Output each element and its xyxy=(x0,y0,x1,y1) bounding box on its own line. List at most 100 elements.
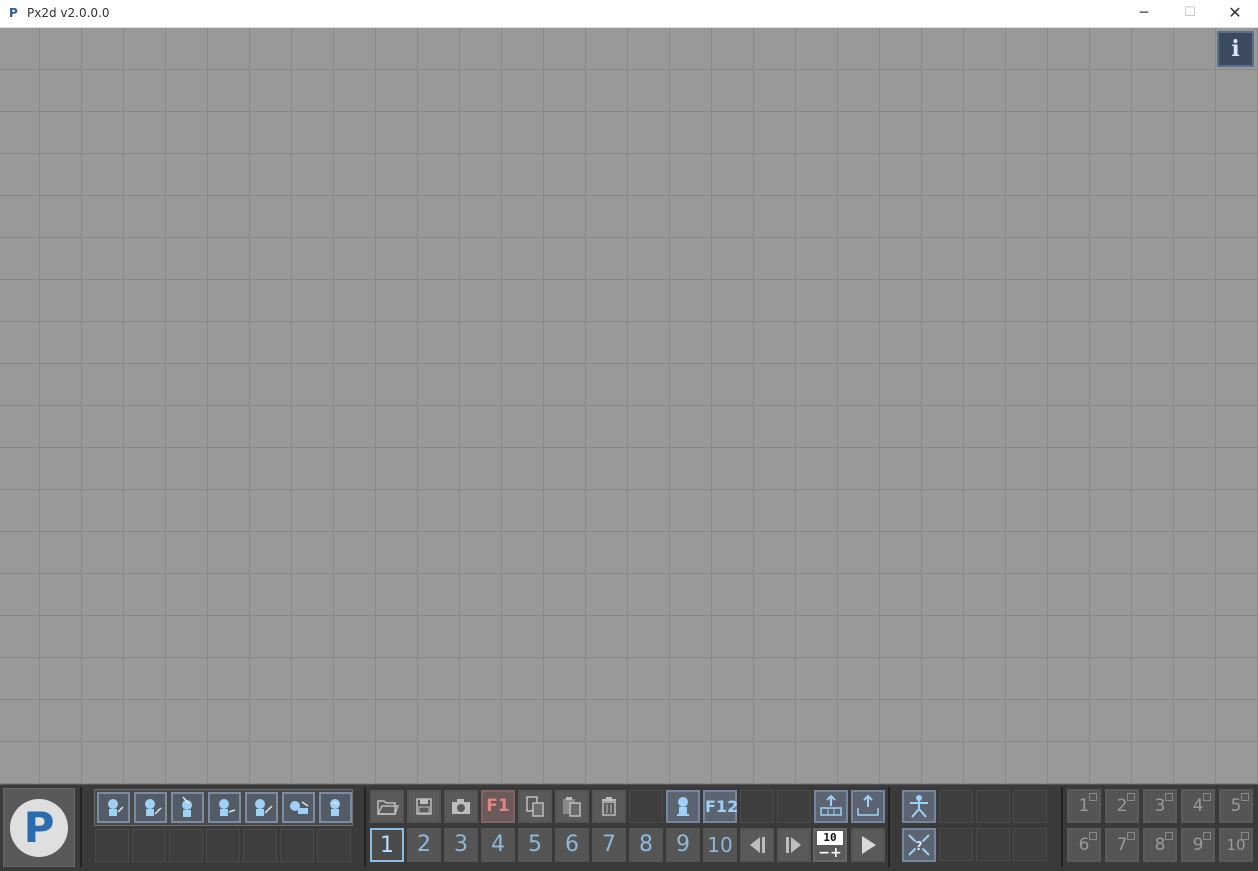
open-folder-button[interactable] xyxy=(370,790,404,823)
frame-button-2[interactable]: 2 xyxy=(407,828,441,862)
layer-button-2[interactable]: 2 xyxy=(1105,789,1139,823)
sprite-pose-3-icon[interactable] xyxy=(171,792,204,823)
layer-button-10[interactable]: 10 xyxy=(1219,828,1253,862)
sprite-pose-group xyxy=(94,789,353,826)
sprite-pose-4-icon[interactable] xyxy=(208,792,241,823)
empty-tool-slot xyxy=(629,790,663,823)
copy-button[interactable] xyxy=(518,790,552,823)
skeleton-icon xyxy=(910,795,928,818)
frame-button-3[interactable]: 3 xyxy=(444,828,478,862)
empty-tool-slot xyxy=(939,790,973,823)
layer-label: 5 xyxy=(1230,796,1242,816)
empty-sprite-slot[interactable] xyxy=(206,829,240,862)
layer-button-1[interactable]: 1 xyxy=(1067,789,1101,823)
skeleton-help-button[interactable]: ? xyxy=(902,828,936,862)
layer-label: 1 xyxy=(1078,796,1090,816)
maximize-button[interactable]: ☐ xyxy=(1167,0,1213,27)
frame-button-7[interactable]: 7 xyxy=(592,828,626,862)
playback-speed-value: 10 xyxy=(817,831,843,845)
play-button[interactable] xyxy=(851,828,885,862)
lock-icon xyxy=(1203,793,1211,801)
layer-button-7[interactable]: 7 xyxy=(1105,828,1139,862)
speed-adjust-buttons[interactable]: −+ xyxy=(815,846,845,860)
title-bar: P Px2d v2.0.0.0 ─ ☐ ✕ xyxy=(0,0,1258,28)
minimize-button[interactable]: ─ xyxy=(1121,0,1167,27)
toolbar-separator xyxy=(364,787,366,867)
drawing-canvas[interactable] xyxy=(0,28,1258,784)
export-layers-button[interactable] xyxy=(814,790,848,823)
frame-button-1[interactable]: 1 xyxy=(370,828,404,862)
empty-sprite-slot[interactable] xyxy=(317,829,351,862)
info-button[interactable]: i xyxy=(1217,31,1254,67)
sprite-pose-6-icon[interactable] xyxy=(282,792,315,823)
app-logo-panel: P xyxy=(3,788,75,867)
layer-button-4[interactable]: 4 xyxy=(1181,789,1215,823)
lock-icon xyxy=(1165,793,1173,801)
empty-sprite-slot[interactable] xyxy=(243,829,277,862)
toolbar-separator xyxy=(888,787,890,867)
empty-tool-slot xyxy=(1013,790,1047,823)
layer-button-9[interactable]: 9 xyxy=(1181,828,1215,862)
window-title: Px2d v2.0.0.0 xyxy=(27,6,110,20)
layer-button-5[interactable]: 5 xyxy=(1219,789,1253,823)
layer-label: 7 xyxy=(1116,835,1128,855)
app-logo-badge: P xyxy=(10,799,68,857)
lock-icon xyxy=(1089,832,1097,840)
frame-button-8[interactable]: 8 xyxy=(629,828,663,862)
layer-button-6[interactable]: 6 xyxy=(1067,828,1101,862)
character-button[interactable] xyxy=(666,790,700,823)
next-frame-button[interactable] xyxy=(777,828,811,862)
frame-button-4[interactable]: 4 xyxy=(481,828,515,862)
copy-icon xyxy=(526,796,544,817)
export-icon xyxy=(857,794,879,816)
empty-sprite-slot[interactable] xyxy=(132,829,166,862)
paste-button[interactable] xyxy=(555,790,589,823)
frame-button-10[interactable]: 10 xyxy=(703,828,737,862)
f1-button[interactable]: F1 xyxy=(481,790,515,823)
layer-label: 6 xyxy=(1078,835,1090,855)
skeleton-button[interactable] xyxy=(902,790,936,823)
save-button[interactable] xyxy=(407,790,441,823)
character-icon xyxy=(677,797,689,816)
empty-tool-slot xyxy=(976,828,1010,861)
svg-text:?: ? xyxy=(916,839,923,853)
lock-icon xyxy=(1165,832,1173,840)
sprite-pose-2-icon[interactable] xyxy=(134,792,167,823)
previous-frame-icon xyxy=(750,837,765,853)
empty-sprite-slot[interactable] xyxy=(169,829,203,862)
delete-button[interactable] xyxy=(592,790,626,823)
frame-button-5[interactable]: 5 xyxy=(518,828,552,862)
empty-tool-slot xyxy=(740,790,774,823)
lock-icon xyxy=(1241,793,1249,801)
app-logo-icon: P xyxy=(9,6,18,20)
export-button[interactable] xyxy=(851,790,885,823)
previous-frame-button[interactable] xyxy=(740,828,774,862)
floppy-icon xyxy=(416,798,432,815)
toolbar-separator xyxy=(1061,787,1063,867)
empty-tool-slot xyxy=(939,828,973,861)
sprite-pose-5-icon[interactable] xyxy=(245,792,278,823)
empty-sprite-slot[interactable] xyxy=(280,829,314,862)
layer-button-3[interactable]: 3 xyxy=(1143,789,1177,823)
sprite-pose-1-icon[interactable] xyxy=(97,792,130,823)
sprite-pose-7-icon[interactable] xyxy=(319,792,352,823)
lock-icon xyxy=(1127,793,1135,801)
frame-button-6[interactable]: 6 xyxy=(555,828,589,862)
lock-icon xyxy=(1089,793,1097,801)
empty-tool-slot xyxy=(777,790,811,823)
layer-label: 2 xyxy=(1116,796,1128,816)
trash-icon xyxy=(602,797,616,816)
layer-label: 3 xyxy=(1154,796,1166,816)
close-button[interactable]: ✕ xyxy=(1212,0,1258,27)
lock-icon xyxy=(1241,832,1249,840)
skeleton-help-icon: ? xyxy=(908,834,930,856)
playback-speed-control[interactable]: 10 −+ xyxy=(813,828,847,862)
empty-sprite-slot[interactable] xyxy=(95,829,129,862)
f12-button[interactable]: F12 xyxy=(703,790,738,823)
empty-tool-slot xyxy=(1013,828,1047,861)
layer-label: 9 xyxy=(1192,835,1204,855)
folder-icon xyxy=(376,800,400,815)
screenshot-button[interactable] xyxy=(444,790,478,823)
frame-button-9[interactable]: 9 xyxy=(666,828,700,862)
layer-button-8[interactable]: 8 xyxy=(1143,828,1177,862)
